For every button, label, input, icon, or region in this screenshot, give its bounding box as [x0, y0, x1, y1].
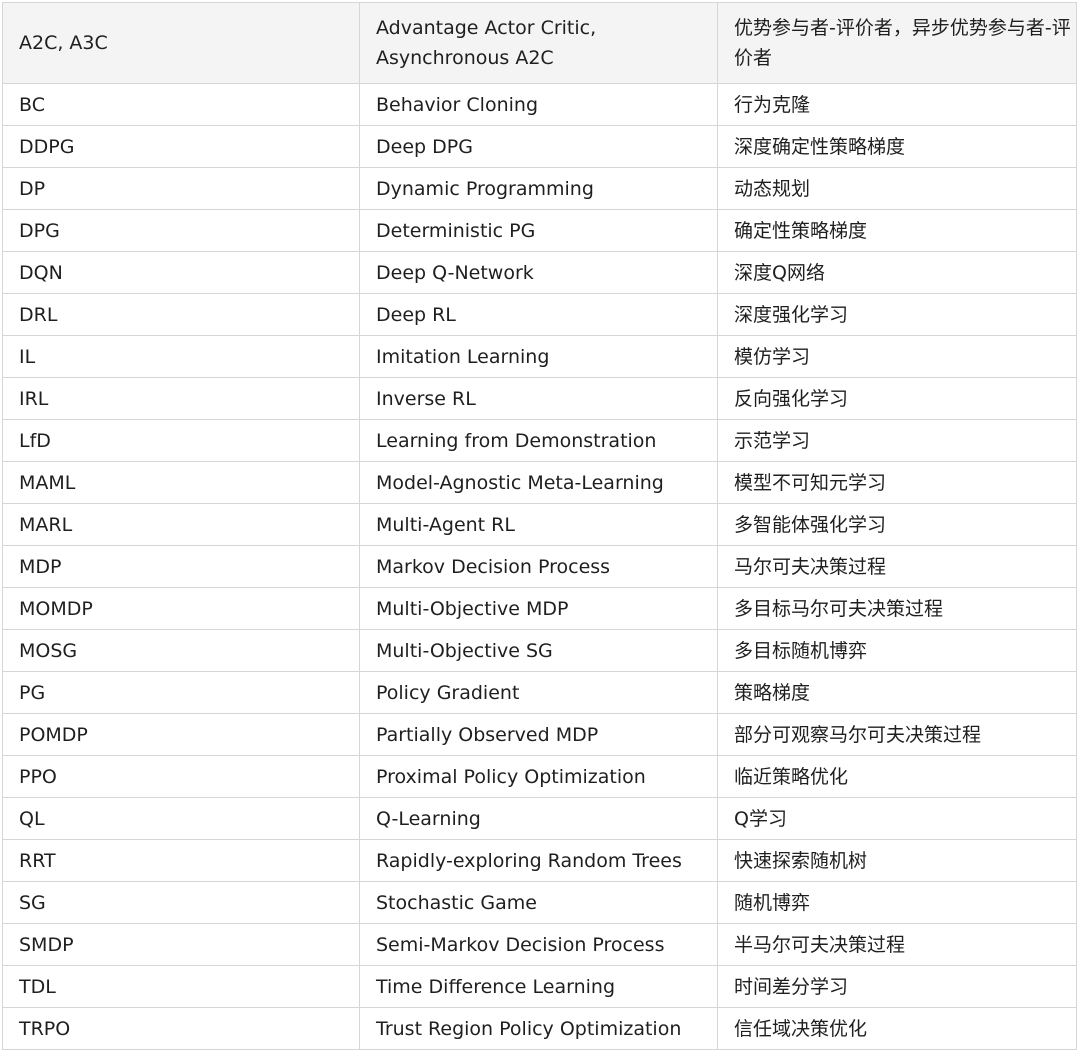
table-row: QL Q-Learning Q学习	[2, 797, 1077, 840]
table-row: PPO Proximal Policy Optimization 临近策略优化	[2, 755, 1077, 798]
table-body: A2C, A3C Advantage Actor Critic, Asynchro…	[2, 2, 1077, 1050]
chinese-term-cell: 动态规划	[717, 167, 1077, 210]
english-term-cell: Deterministic PG	[359, 209, 718, 252]
abbreviation-cell: DPG	[2, 209, 360, 252]
chinese-term-cell: 确定性策略梯度	[717, 209, 1077, 252]
table-row: DP Dynamic Programming 动态规划	[2, 167, 1077, 210]
chinese-term-cell: 多目标随机博弈	[717, 629, 1077, 672]
english-term-cell: Time Difference Learning	[359, 965, 718, 1008]
english-term-cell: Dynamic Programming	[359, 167, 718, 210]
table-row: DPG Deterministic PG 确定性策略梯度	[2, 209, 1077, 252]
abbreviation-cell: DP	[2, 167, 360, 210]
chinese-term-cell: 模仿学习	[717, 335, 1077, 378]
abbreviation-cell: SMDP	[2, 923, 360, 966]
table-row: IL Imitation Learning 模仿学习	[2, 335, 1077, 378]
english-term-cell: Multi-Objective MDP	[359, 587, 718, 630]
abbreviation-cell: IL	[2, 335, 360, 378]
abbreviation-table: A2C, A3C Advantage Actor Critic, Asynchro…	[2, 2, 1077, 1050]
abbreviation-cell: PG	[2, 671, 360, 714]
english-term-cell: Multi-Agent RL	[359, 503, 718, 546]
chinese-term-cell: 行为克隆	[717, 83, 1077, 126]
chinese-term-cell: 多智能体强化学习	[717, 503, 1077, 546]
table-row: A2C, A3C Advantage Actor Critic, Asynchro…	[2, 2, 1077, 84]
abbreviation-cell: PPO	[2, 755, 360, 798]
chinese-term-cell: 模型不可知元学习	[717, 461, 1077, 504]
chinese-term-cell: 半马尔可夫决策过程	[717, 923, 1077, 966]
chinese-term-cell: 深度强化学习	[717, 293, 1077, 336]
abbreviation-cell: RRT	[2, 839, 360, 882]
chinese-term-cell: 部分可观察马尔可夫决策过程	[717, 713, 1077, 756]
table-row: MOMDP Multi-Objective MDP 多目标马尔可夫决策过程	[2, 587, 1077, 630]
abbreviation-cell: A2C, A3C	[2, 2, 360, 84]
chinese-term-cell: 示范学习	[717, 419, 1077, 462]
table-row: RRT Rapidly-exploring Random Trees 快速探索随机树	[2, 839, 1077, 882]
table-row: MARL Multi-Agent RL 多智能体强化学习	[2, 503, 1077, 546]
abbreviation-cell: DDPG	[2, 125, 360, 168]
table-row: MAML Model-Agnostic Meta-Learning 模型不可知元学习	[2, 461, 1077, 504]
abbreviation-cell: LfD	[2, 419, 360, 462]
english-term-cell: Learning from Demonstration	[359, 419, 718, 462]
chinese-term-cell: 策略梯度	[717, 671, 1077, 714]
english-term-cell: Advantage Actor Critic, Asynchronous A2C	[359, 2, 718, 84]
table-row: DDPG Deep DPG 深度确定性策略梯度	[2, 125, 1077, 168]
english-term-cell: Partially Observed MDP	[359, 713, 718, 756]
english-term-cell: Behavior Cloning	[359, 83, 718, 126]
abbreviation-cell: DRL	[2, 293, 360, 336]
table-row: SG Stochastic Game 随机博弈	[2, 881, 1077, 924]
table-row: IRL Inverse RL 反向强化学习	[2, 377, 1077, 420]
english-term-cell: Multi-Objective SG	[359, 629, 718, 672]
abbreviation-table-container: A2C, A3C Advantage Actor Critic, Asynchro…	[2, 2, 1077, 1050]
chinese-term-cell: 快速探索随机树	[717, 839, 1077, 882]
abbreviation-cell: SG	[2, 881, 360, 924]
abbreviation-cell: MDP	[2, 545, 360, 588]
abbreviation-cell: TRPO	[2, 1007, 360, 1050]
english-term-cell: Semi-Markov Decision Process	[359, 923, 718, 966]
table-row: DRL Deep RL 深度强化学习	[2, 293, 1077, 336]
chinese-term-cell: 反向强化学习	[717, 377, 1077, 420]
chinese-term-cell: 优势参与者-评价者，异步优势参与者-评价者	[717, 2, 1077, 84]
english-term-cell: Markov Decision Process	[359, 545, 718, 588]
abbreviation-cell: DQN	[2, 251, 360, 294]
table-row: PG Policy Gradient 策略梯度	[2, 671, 1077, 714]
abbreviation-cell: IRL	[2, 377, 360, 420]
table-row: MDP Markov Decision Process 马尔可夫决策过程	[2, 545, 1077, 588]
english-term-cell: Q-Learning	[359, 797, 718, 840]
chinese-term-cell: 多目标马尔可夫决策过程	[717, 587, 1077, 630]
chinese-term-cell: 临近策略优化	[717, 755, 1077, 798]
english-term-cell: Deep RL	[359, 293, 718, 336]
chinese-term-cell: 随机博弈	[717, 881, 1077, 924]
chinese-term-cell: 信任域决策优化	[717, 1007, 1077, 1050]
english-term-cell: Proximal Policy Optimization	[359, 755, 718, 798]
chinese-term-cell: Q学习	[717, 797, 1077, 840]
english-term-cell: Trust Region Policy Optimization	[359, 1007, 718, 1050]
english-term-cell: Deep Q-Network	[359, 251, 718, 294]
english-term-cell: Rapidly-exploring Random Trees	[359, 839, 718, 882]
chinese-term-cell: 深度Q网络	[717, 251, 1077, 294]
abbreviation-cell: MOMDP	[2, 587, 360, 630]
abbreviation-cell: MARL	[2, 503, 360, 546]
english-term-cell: Policy Gradient	[359, 671, 718, 714]
table-row: BC Behavior Cloning 行为克隆	[2, 83, 1077, 126]
abbreviation-cell: QL	[2, 797, 360, 840]
table-row: LfD Learning from Demonstration 示范学习	[2, 419, 1077, 462]
english-term-cell: Imitation Learning	[359, 335, 718, 378]
table-row: TDL Time Difference Learning 时间差分学习	[2, 965, 1077, 1008]
table-row: DQN Deep Q-Network 深度Q网络	[2, 251, 1077, 294]
abbreviation-cell: MOSG	[2, 629, 360, 672]
english-term-cell: Stochastic Game	[359, 881, 718, 924]
abbreviation-cell: MAML	[2, 461, 360, 504]
table-row: TRPO Trust Region Policy Optimization 信任域决…	[2, 1007, 1077, 1050]
table-row: MOSG Multi-Objective SG 多目标随机博弈	[2, 629, 1077, 672]
chinese-term-cell: 时间差分学习	[717, 965, 1077, 1008]
english-term-cell: Model-Agnostic Meta-Learning	[359, 461, 718, 504]
abbreviation-cell: TDL	[2, 965, 360, 1008]
english-term-cell: Deep DPG	[359, 125, 718, 168]
abbreviation-cell: BC	[2, 83, 360, 126]
chinese-term-cell: 深度确定性策略梯度	[717, 125, 1077, 168]
table-row: SMDP Semi-Markov Decision Process 半马尔可夫决策过…	[2, 923, 1077, 966]
abbreviation-cell: POMDP	[2, 713, 360, 756]
table-row: POMDP Partially Observed MDP 部分可观察马尔可夫决策过程	[2, 713, 1077, 756]
chinese-term-cell: 马尔可夫决策过程	[717, 545, 1077, 588]
english-term-cell: Inverse RL	[359, 377, 718, 420]
